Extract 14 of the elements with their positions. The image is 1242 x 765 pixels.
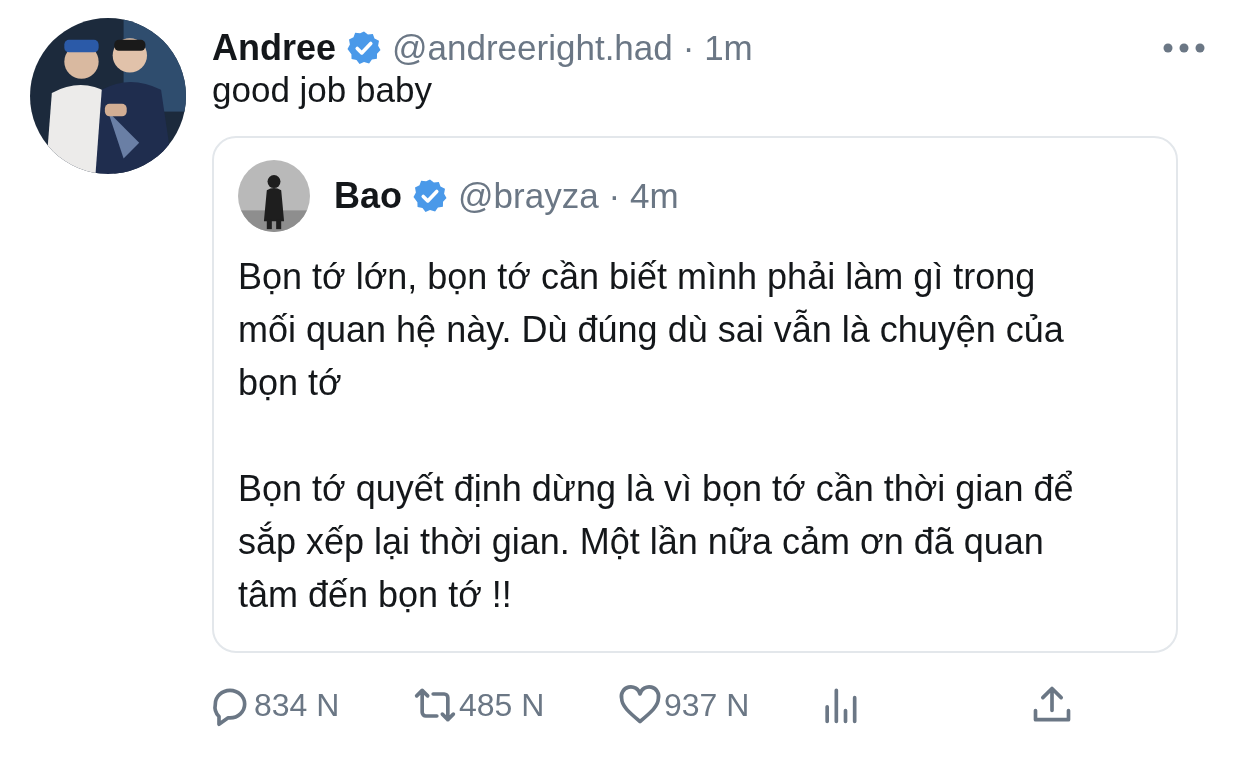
author-handle[interactable]: @brayza (458, 176, 599, 216)
author-handle[interactable]: @andreeright.had (392, 28, 673, 68)
author-name[interactable]: Bao (334, 175, 402, 217)
quoted-tweet-text: Bọn tớ quyết định dừng là vì bọn tớ cần thời gian để sắp xếp lại thời gian. Một lần nữa cảm ơn đã quan tâm đến bọn tớ !! (238, 467, 1075, 617)
post-time: · 4m (608, 176, 679, 216)
quoted-tweet-text: Bọn tớ lớn, bọn tớ cần biết mình phải làm gì trong mối quan hệ này. Dù đúng dù sai vẫn là chuyện của bọn tớ (238, 255, 1065, 405)
action-count: 937 N (664, 686, 750, 724)
action-count: 834 N (254, 686, 340, 724)
post-time: · 1m (682, 28, 753, 68)
more-options-icon[interactable] (1162, 42, 1206, 54)
tweet-text: good job baby (212, 70, 433, 110)
quoted-tweet-card[interactable] (212, 136, 1178, 653)
action-count: 485 N (459, 686, 545, 724)
author-name[interactable]: Andree (212, 27, 337, 69)
